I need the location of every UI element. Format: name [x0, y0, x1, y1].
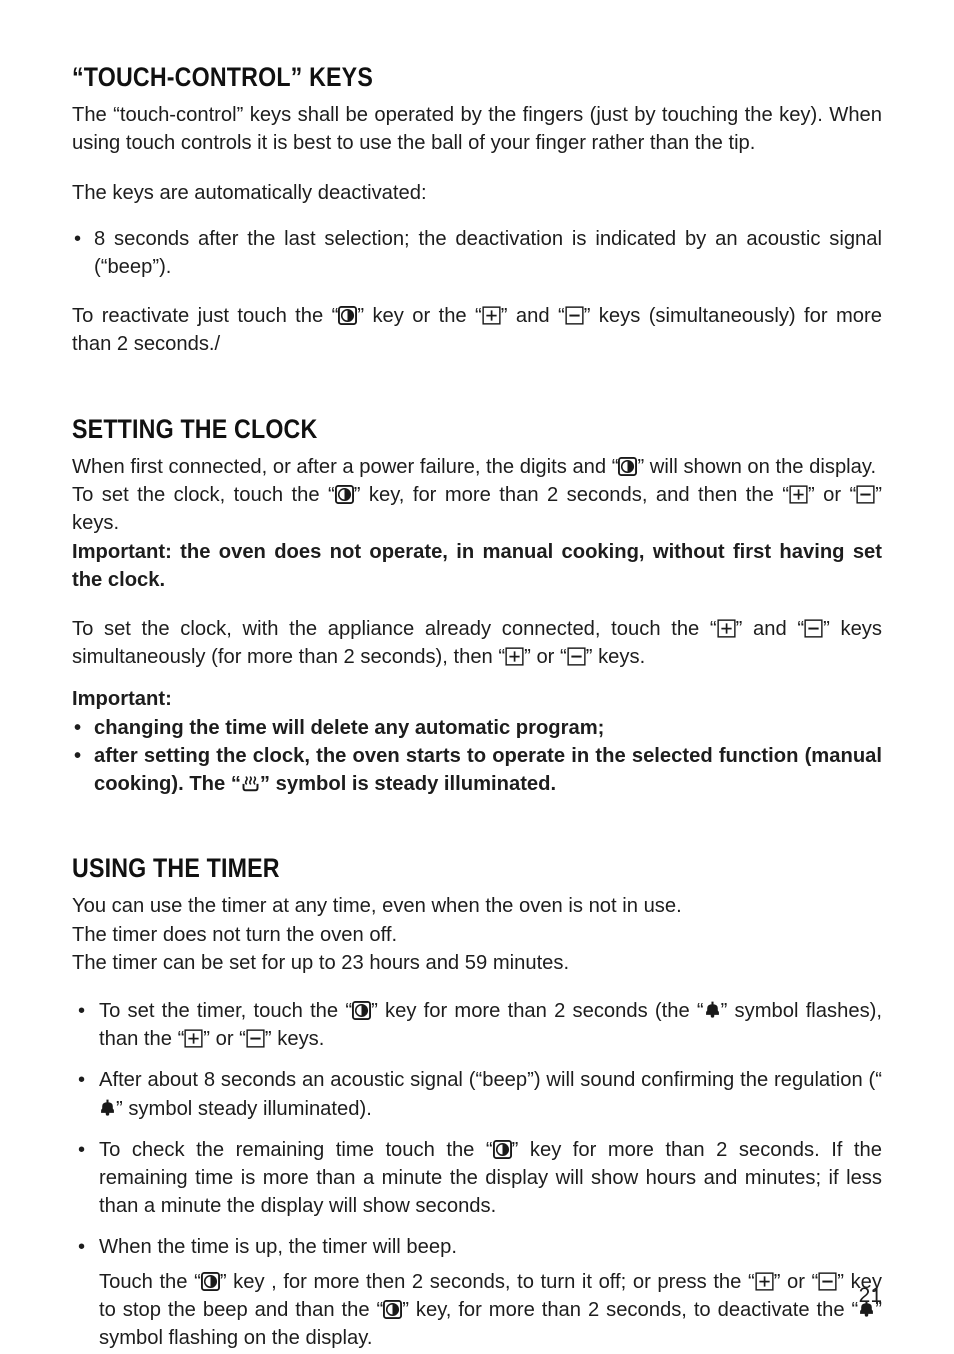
- bullet-icon: •: [78, 1236, 86, 1259]
- timer-intro-line-1: You can use the timer at any time, even …: [72, 895, 682, 918]
- clock-important-notice: Important: the oven does not operate, in…: [72, 540, 882, 591]
- keys-deactivated-paragraph: The keys are automatically deactivated:: [72, 181, 427, 204]
- clock-important-bullet-list: • changing the time will delete any autom…: [72, 714, 882, 799]
- clock-para2-text-3: ” or “: [807, 484, 857, 507]
- minus-key-icon: [818, 1272, 837, 1291]
- clock-para2-text-1: To set the clock, touch the “: [72, 484, 335, 507]
- clock-para3-text-2: ” and “: [735, 617, 805, 640]
- plus-key-icon: [717, 619, 736, 638]
- reactivate-text-2: ” key or the “: [357, 305, 482, 328]
- manual-page: “TOUCH-CONTROL” KEYS The “touch-control”…: [0, 0, 954, 1354]
- touch-control-intro-paragraph: The “touch-control” keys shall be operat…: [72, 104, 882, 155]
- list-item: • changing the time will delete any autom…: [72, 714, 882, 742]
- bullet-text: 8 seconds after the last selection; the …: [94, 227, 882, 279]
- timer-bell-icon: [704, 1001, 721, 1020]
- minus-key-icon: [804, 619, 823, 638]
- reactivate-paragraph: To reactivate just touch the “ ” key or t…: [72, 302, 882, 358]
- clock-set-paragraph: To set the clock, touch the “ ” key, for …: [72, 481, 882, 537]
- heading-setting-the-clock: SETTING THE CLOCK: [72, 413, 318, 444]
- timer-b1-text-4: ” or “: [203, 1028, 246, 1051]
- bullet-text-2: ” symbol is steady illuminated.: [259, 772, 557, 795]
- clock-key-icon: [618, 457, 637, 476]
- plus-key-icon: [482, 306, 501, 325]
- clock-key-icon: [352, 1001, 371, 1020]
- minus-key-icon: [567, 647, 586, 666]
- timer-b2-text-2: ” symbol steady illuminated).: [116, 1097, 372, 1120]
- page-number: 21: [858, 1284, 882, 1307]
- clock-key-icon: [335, 485, 354, 504]
- important-label: Important:: [72, 688, 172, 711]
- timer-bullet-list: • To set the timer, touch the “ ” key for …: [72, 997, 882, 1354]
- clock-para2-text-2: ” key, for more than 2 seconds, and then…: [353, 484, 789, 507]
- plus-key-icon: [755, 1272, 774, 1291]
- timer-b1-text-5: ” keys.: [264, 1028, 325, 1051]
- clock-key-icon: [338, 306, 357, 325]
- timer-b4-sub-text-3: ” or “: [773, 1270, 819, 1293]
- list-item: • To check the remaining time touch the “…: [72, 1136, 882, 1221]
- clock-first-connected-paragraph: When first connected, or after a power f…: [72, 453, 882, 481]
- minus-key-icon: [246, 1029, 265, 1048]
- list-item: • 8 seconds after the last selection; the…: [72, 225, 882, 281]
- timer-b1-text-2: ” key for more than 2 seconds (the “: [371, 999, 704, 1022]
- bullet-text: changing the time will delete any automa…: [94, 716, 605, 739]
- plus-key-icon: [789, 485, 808, 504]
- list-item: • After about 8 seconds an acoustic signa…: [72, 1066, 882, 1122]
- clock-already-connected-paragraph: To set the clock, with the appliance alr…: [72, 615, 882, 671]
- clock-key-icon: [201, 1272, 220, 1291]
- reactivate-text-3: ” and “: [500, 305, 565, 328]
- clock-key-icon: [493, 1140, 512, 1159]
- clock-para3-text-1: To set the clock, with the appliance alr…: [72, 617, 717, 640]
- plus-key-icon: [505, 647, 524, 666]
- deactivation-bullet-list: • 8 seconds after the last selection; the…: [72, 225, 882, 281]
- clock-key-icon: [383, 1300, 402, 1319]
- plus-key-icon: [184, 1029, 203, 1048]
- page-content: “TOUCH-CONTROL” KEYS The “touch-control”…: [72, 62, 882, 1354]
- timer-b1-text-1: To set the timer, touch the “: [99, 999, 353, 1022]
- bullet-icon: •: [78, 999, 86, 1022]
- bullet-icon: •: [74, 716, 82, 739]
- timer-b4-sub-text-2: ” key , for more then 2 seconds, to turn…: [219, 1270, 755, 1293]
- timer-intro-line-3: The timer can be set for up to 23 hours …: [72, 951, 570, 974]
- heading-touch-control-keys: “TOUCH-CONTROL” KEYS: [72, 62, 374, 92]
- timer-b4-sub-text-1: Touch the “: [99, 1270, 201, 1293]
- clock-para1-text-1: When first connected, or after a power f…: [72, 455, 619, 478]
- timer-b2-text-1: After about 8 seconds an acoustic signal…: [99, 1069, 882, 1092]
- bullet-icon: •: [78, 1138, 86, 1161]
- minus-key-icon: [565, 306, 584, 325]
- bullet-icon: •: [74, 227, 82, 250]
- reactivate-text-1: To reactivate just touch the “: [72, 305, 339, 328]
- list-item: • When the time is up, the timer will bee…: [72, 1233, 882, 1352]
- bullet-icon: •: [78, 1069, 86, 1092]
- list-item: • To set the timer, touch the “ ” key for …: [72, 997, 882, 1053]
- timer-intro-line-2: The timer does not turn the oven off.: [72, 923, 398, 946]
- heading-using-the-timer: USING THE TIMER: [72, 853, 280, 884]
- timer-b3-text-1: To check the remaining time touch the “: [99, 1138, 493, 1161]
- manual-cooking-steam-icon: [241, 775, 260, 792]
- minus-key-icon: [856, 485, 875, 504]
- timer-b4-subparagraph: Touch the “ ” key , for more then 2 secon…: [99, 1268, 882, 1353]
- timer-b4-text: When the time is up, the timer will beep…: [99, 1236, 457, 1259]
- timer-bell-icon: [99, 1099, 116, 1118]
- bullet-icon: •: [74, 744, 82, 767]
- clock-para3-text-5: ” keys.: [585, 646, 646, 669]
- timer-b4-sub-text-5: ” key, for more than 2 seconds, to deact…: [402, 1298, 859, 1321]
- list-item: • after setting the clock, the oven start…: [72, 742, 882, 798]
- clock-para3-text-4: ” or “: [524, 646, 567, 669]
- clock-para1-text-2: ” will shown on the display.: [637, 455, 877, 478]
